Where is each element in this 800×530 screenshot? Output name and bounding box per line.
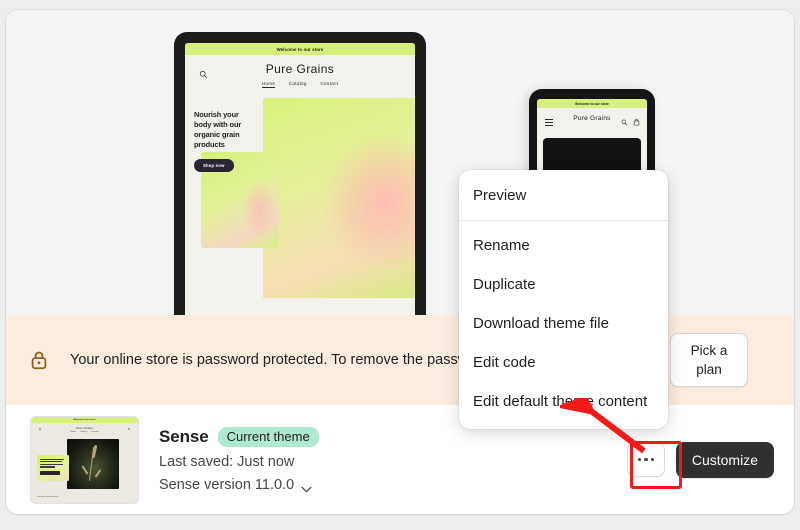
- thumb-footer-text: Features and products: [37, 495, 59, 498]
- mobile-announcement-bar: Welcome to our store: [537, 99, 647, 108]
- desktop-store-header: Pure Grains Home Catalog Contact: [185, 55, 415, 98]
- thumb-store-title: Pure Grains: [76, 425, 93, 430]
- mobile-header-icons: [621, 119, 640, 126]
- theme-last-saved: Last saved: Just now: [159, 453, 295, 470]
- desktop-preview-device: Welcome to our store Pure Grains Home Ca…: [174, 32, 426, 315]
- thumb-hero-card: [37, 454, 69, 481]
- thumb-nav-home: Home: [70, 430, 77, 433]
- desktop-store-title: Pure Grains: [265, 62, 335, 76]
- more-actions-icon: [637, 457, 642, 462]
- desktop-store-nav: Home Catalog Contact: [185, 81, 415, 88]
- theme-name: Sense: [159, 426, 209, 446]
- thumb-nav-catalog: Catalog: [79, 430, 88, 433]
- desktop-screen: Welcome to our store Pure Grains Home Ca…: [185, 43, 415, 315]
- menu-item-preview[interactable]: Preview: [459, 176, 668, 215]
- menu-item-edit-default-theme-content[interactable]: Edit default theme content: [459, 382, 668, 421]
- thumb-hero-photo: [67, 438, 119, 489]
- search-icon: [621, 119, 628, 126]
- menu-item-duplicate[interactable]: Duplicate: [459, 265, 668, 304]
- pick-a-plan-button[interactable]: Pick a plan: [670, 333, 748, 387]
- hero-heading: Nourish your body with our organic grain…: [194, 110, 242, 149]
- thumb-nav-contact: Contact: [91, 430, 99, 433]
- customize-button[interactable]: Customize: [675, 441, 774, 478]
- theme-version-label: Sense version 11.0.0: [159, 476, 295, 493]
- thumb-hero-button: [40, 470, 60, 475]
- thumb-hero-heading: [40, 458, 64, 469]
- nav-link-contact: Contact: [320, 81, 339, 86]
- theme-actions-menu: Preview Rename Duplicate Download theme …: [459, 170, 668, 429]
- theme-info: Sense Current theme Last saved: Just now…: [159, 426, 627, 493]
- menu-item-edit-code[interactable]: Edit code: [459, 343, 668, 382]
- thumb-announcement-text: Welcome to our store: [73, 418, 96, 421]
- thumb-nav: Home Catalog Contact: [31, 431, 138, 433]
- thumb-header: Pure Grains Home Catalog Contact: [31, 422, 138, 438]
- menu-item-rename[interactable]: Rename: [459, 226, 668, 265]
- hero-shop-now-button: Shop now: [194, 159, 234, 172]
- desktop-announcement-bar: Welcome to our store: [185, 43, 415, 55]
- cart-icon: [633, 119, 640, 126]
- current-theme-row: Welcome to our store Pure Grains Home Ca…: [6, 405, 794, 514]
- menu-item-download-theme-file[interactable]: Download theme file: [459, 304, 668, 343]
- theme-preview-stage: Welcome to our store Pure Grains Home Ca…: [6, 10, 794, 315]
- theme-card: Welcome to our store Pure Grains Home Ca…: [6, 10, 794, 514]
- status-badge: Current theme: [217, 426, 319, 447]
- theme-row-actions: Customize: [626, 441, 774, 478]
- nav-link-home: Home: [261, 81, 276, 88]
- theme-thumbnail: Welcome to our store Pure Grains Home Ca…: [30, 415, 139, 504]
- theme-manager-page: Welcome to our store Pure Grains Home Ca…: [0, 0, 800, 530]
- menu-separator: [459, 220, 668, 221]
- mobile-store-header: Pure Grains: [537, 108, 647, 138]
- theme-name-row: Sense Current theme: [159, 426, 627, 447]
- theme-version-selector[interactable]: Sense version 11.0.0: [159, 477, 312, 493]
- hero-gradient: [263, 98, 415, 298]
- password-protected-banner: Your online store is password protected.…: [6, 315, 794, 405]
- more-actions-button[interactable]: [626, 442, 665, 477]
- nav-link-catalog: Catalog: [288, 81, 307, 86]
- chevron-down-icon: [301, 481, 312, 493]
- lock-icon: [28, 349, 50, 371]
